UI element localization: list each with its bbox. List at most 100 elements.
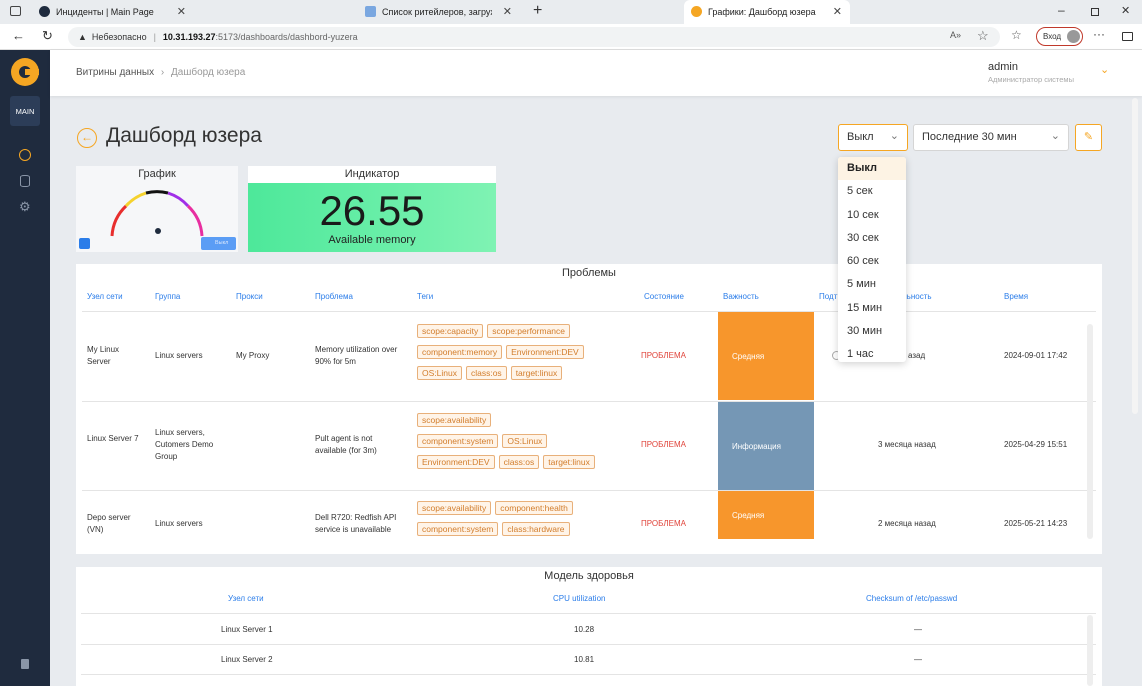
close-window-icon[interactable]: ✕: [1121, 4, 1130, 17]
tag[interactable]: class:os: [498, 455, 540, 469]
cell-problem[interactable]: Memory utilization over 90% for 5m: [315, 344, 407, 368]
breadcrumb-current: Дашборд юзера: [171, 67, 246, 78]
col-status[interactable]: Состояние: [644, 292, 684, 301]
col-duration[interactable]: льность: [902, 292, 932, 301]
col-checksum[interactable]: Checksum of /etc/passwd: [866, 594, 957, 603]
edit-button[interactable]: ✎: [1075, 124, 1102, 151]
tag[interactable]: target:linux: [543, 455, 595, 469]
cell-host[interactable]: My Linux Server: [87, 344, 142, 368]
tag[interactable]: Environment:DEV: [506, 345, 584, 359]
col-severity[interactable]: Важность: [723, 292, 759, 301]
problems-title: Проблемы: [562, 267, 616, 279]
main-area: Витрины данных › Дашборд юзера admin Адм…: [50, 50, 1142, 686]
cell-time: 2024-09-01 17:42: [1004, 351, 1068, 360]
sidebar-toggle-icon[interactable]: [1122, 32, 1133, 41]
cell-status: ПРОБЛЕМА: [641, 519, 686, 528]
minimize-icon[interactable]: –: [1058, 3, 1065, 17]
close-icon[interactable]: ✕: [177, 5, 186, 18]
user-role: Администратор системы: [988, 75, 1074, 84]
reload-icon[interactable]: ↻: [42, 28, 53, 44]
gauge-refresh-badge[interactable]: Выкл: [201, 237, 236, 250]
cell-group: Linux servers: [155, 519, 203, 528]
back-circle-icon[interactable]: ←: [77, 128, 97, 148]
refresh-option[interactable]: Выкл: [838, 157, 906, 181]
tag[interactable]: component:memory: [417, 345, 503, 359]
dashboard-icon[interactable]: [19, 149, 31, 161]
tag[interactable]: class:hardware: [502, 522, 570, 536]
health-panel: Модель здоровья Узел сети CPU utilizatio…: [76, 567, 1102, 686]
cell-host[interactable]: Depo server (VN): [87, 512, 142, 536]
scrollbar[interactable]: [1087, 324, 1093, 539]
more-icon[interactable]: ···: [1093, 27, 1105, 41]
collapse-sidebar-icon[interactable]: [21, 659, 29, 669]
tag[interactable]: OS:Linux: [417, 366, 462, 380]
refresh-option[interactable]: 5 сек: [838, 180, 906, 203]
col-cpu[interactable]: CPU utilization: [553, 594, 605, 603]
time-range-select[interactable]: Последние 30 мин ⌄: [913, 124, 1069, 151]
tag[interactable]: component:health: [495, 501, 573, 515]
refresh-select[interactable]: Выкл ⌄: [838, 124, 908, 151]
refresh-option[interactable]: 30 мин: [838, 320, 906, 343]
col-ack[interactable]: Подт: [819, 292, 837, 301]
url-field[interactable]: ▲ Небезопасно | 10.31.193.27 :5173/dashb…: [68, 27, 1000, 47]
favorites-icon[interactable]: ☆: [1011, 28, 1022, 42]
tag[interactable]: scope:availability: [417, 501, 492, 515]
tag[interactable]: target:linux: [510, 366, 563, 380]
tag[interactable]: component:system: [417, 434, 499, 448]
tag[interactable]: scope:performance: [487, 324, 570, 338]
back-icon[interactable]: ←: [12, 28, 25, 43]
gauge-widget: График Выкл: [76, 166, 238, 252]
refresh-option[interactable]: 60 сек: [838, 250, 906, 273]
col-tags[interactable]: Теги: [417, 292, 433, 301]
tag[interactable]: Environment:DEV: [417, 455, 495, 469]
tab-incidents[interactable]: Инциденты | Main Page ✕: [32, 0, 194, 24]
cell-severity: Средняя: [718, 312, 814, 400]
col-time[interactable]: Время: [1004, 292, 1028, 301]
tag[interactable]: class:os: [465, 366, 507, 380]
login-button[interactable]: Вход: [1036, 27, 1083, 46]
calendar-icon[interactable]: [79, 238, 90, 249]
tag[interactable]: component:system: [417, 522, 499, 536]
tag[interactable]: OS:Linux: [502, 434, 548, 448]
cell-cpu: 10.28: [574, 625, 595, 634]
close-icon[interactable]: ✕: [833, 5, 842, 18]
cell-checksum: —: [914, 625, 922, 634]
refresh-option[interactable]: 30 сек: [838, 227, 906, 250]
col-group[interactable]: Группа: [155, 292, 180, 301]
restore-icon[interactable]: [1091, 8, 1099, 16]
breadcrumb-root[interactable]: Витрины данных: [76, 67, 154, 78]
tab-retailers[interactable]: Список ритейлеров, загружаемых ✕: [358, 0, 520, 24]
health-title: Модель здоровья: [544, 570, 634, 582]
refresh-option[interactable]: 15 мин: [838, 297, 906, 320]
tab-actions-icon[interactable]: [10, 6, 21, 16]
gear-icon[interactable]: ⚙: [19, 200, 31, 213]
cell-problem[interactable]: Pult agent is not available (for 3m): [315, 433, 405, 457]
refresh-option[interactable]: 1 час: [838, 343, 906, 362]
database-icon[interactable]: [20, 175, 30, 187]
user-menu[interactable]: admin Администратор системы ⌄: [988, 61, 1109, 84]
tab-dashboard[interactable]: Графики: Дашборд юзера ✕: [684, 0, 850, 24]
refresh-option[interactable]: 5 мин: [838, 273, 906, 296]
close-icon[interactable]: ✕: [503, 5, 512, 18]
app-logo-icon[interactable]: [11, 58, 39, 86]
col-host[interactable]: Узел сети: [228, 594, 264, 603]
col-problem[interactable]: Проблема: [315, 292, 353, 301]
warning-icon: ▲: [78, 32, 87, 42]
col-host[interactable]: Узел сети: [87, 292, 123, 301]
indicator-widget: Индикатор 26.55 Available memory: [248, 166, 496, 252]
new-tab-icon[interactable]: +: [533, 2, 542, 20]
cell-problem[interactable]: Dell R720: Redfish API service is unavai…: [315, 512, 411, 536]
pencil-icon: ✎: [1083, 131, 1094, 143]
cell-severity: Информация: [718, 402, 814, 490]
read-aloud-icon[interactable]: A»: [950, 30, 961, 40]
main-section-button[interactable]: MAIN: [10, 96, 40, 126]
favorite-star-icon[interactable]: ☆: [977, 28, 989, 44]
tab-title: Графики: Дашборд юзера: [708, 7, 816, 17]
tag[interactable]: scope:availability: [417, 413, 492, 427]
scrollbar[interactable]: [1087, 615, 1093, 686]
page-scrollbar[interactable]: [1132, 98, 1138, 414]
cell-host[interactable]: Linux Server 7: [87, 433, 142, 445]
tag[interactable]: scope:capacity: [417, 324, 484, 338]
refresh-option[interactable]: 10 сек: [838, 204, 906, 227]
col-proxy[interactable]: Прокси: [236, 292, 263, 301]
